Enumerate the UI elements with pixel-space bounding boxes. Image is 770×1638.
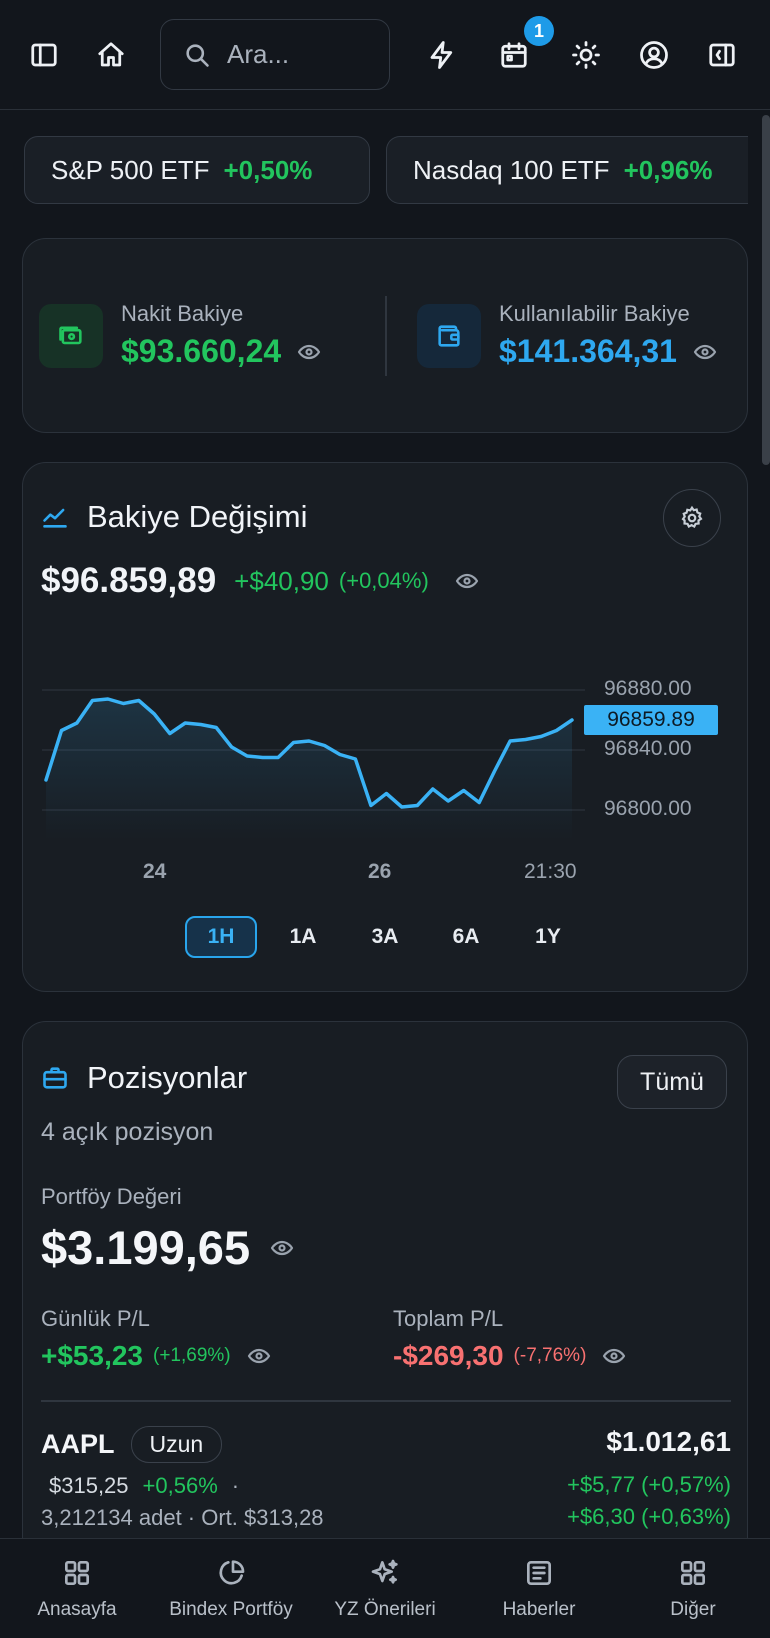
total-pl-value: -$269,30 xyxy=(393,1340,504,1371)
x-tick-label: 26 xyxy=(368,860,392,883)
ticker-name: Nasdaq 100 ETF xyxy=(413,154,610,185)
home-icon[interactable] xyxy=(87,31,135,79)
positions-card: Pozisyonlar Tümü 4 açık pozisyon Portföy… xyxy=(22,1021,748,1581)
position-price: $315,25 xyxy=(49,1473,129,1498)
available-balance-label: Kullanılabilir Bakiye xyxy=(499,301,690,326)
settings-button[interactable] xyxy=(663,489,721,547)
total-pl-label: Toplam P/L xyxy=(393,1306,504,1331)
lightning-icon[interactable] xyxy=(418,31,466,79)
nav-label: YZ Önerileri xyxy=(334,1599,436,1620)
ticker-change: +0,96% xyxy=(623,154,713,185)
sidebar-toggle-icon[interactable] xyxy=(20,31,68,79)
position-separator: · xyxy=(231,1473,240,1498)
newspaper-icon xyxy=(527,1561,551,1585)
eye-icon[interactable] xyxy=(693,340,717,364)
ticker-chip-sp500[interactable]: S&P 500 ETF +0,50% xyxy=(24,136,370,204)
x-tick-label: 24 xyxy=(143,860,167,883)
x-tick-label: 21:30 xyxy=(524,860,577,883)
portfolio-value-label: Portföy Değeri xyxy=(41,1184,182,1209)
eye-icon[interactable] xyxy=(602,1344,626,1368)
ticker-change: +0,50% xyxy=(223,154,313,185)
available-balance-value: $141.364,31 xyxy=(499,333,677,369)
trend-icon xyxy=(43,508,67,528)
eye-icon[interactable] xyxy=(270,1236,294,1260)
cash-balance-value: $93.660,24 xyxy=(121,333,282,369)
current-value-marker: 96859.89 xyxy=(584,705,718,736)
top-bar: 1 xyxy=(0,0,770,110)
nav-label: Anasayfa xyxy=(37,1599,117,1620)
range-button-1a[interactable]: 1A xyxy=(267,916,339,958)
notification-badge: 1 xyxy=(524,16,554,46)
user-icon[interactable] xyxy=(630,31,678,79)
position-quantity: 3,212134 adet · Ort. $313,28 xyxy=(41,1505,324,1530)
positions-count: 4 açık pozisyon xyxy=(41,1118,214,1146)
balance-change-title: Bakiye Değişimi xyxy=(87,499,308,534)
balance-change-percent: (+0,04%) xyxy=(338,568,429,593)
daily-pl-label: Günlük P/L xyxy=(41,1306,150,1331)
wallet-icon xyxy=(417,303,481,368)
nav-item-other[interactable]: Diğer xyxy=(638,1539,748,1638)
divider xyxy=(385,296,387,376)
range-button-1y[interactable]: 1Y xyxy=(512,916,584,958)
portfolio-value: $3.199,65 xyxy=(41,1221,251,1274)
cash-balance: Nakit Bakiye $93.660,24 xyxy=(39,301,321,370)
bottom-navigation: Anasayfa Bindex Portföy YZ Önerileri Hab… xyxy=(0,1538,770,1638)
position-daily-pl: +$5,77 (+0,57%) xyxy=(567,1472,731,1497)
position-row[interactable]: AAPL Uzun $315,25 +0,56% · 3,212134 adet… xyxy=(41,1426,731,1536)
balance-card: Nakit Bakiye $93.660,24 Kullanılabilir B… xyxy=(22,238,748,433)
apps-icon xyxy=(681,1561,705,1585)
y-tick-label: 96840.00 xyxy=(604,737,692,760)
cash-balance-label: Nakit Bakiye xyxy=(121,301,244,326)
sparkles-icon xyxy=(371,1559,398,1584)
pie-chart-icon xyxy=(219,1560,245,1585)
nav-item-ai-suggestions[interactable]: YZ Önerileri xyxy=(320,1539,450,1638)
range-button-3a[interactable]: 3A xyxy=(349,916,421,958)
search-icon xyxy=(186,43,209,67)
available-balance: Kullanılabilir Bakiye $141.364,31 xyxy=(417,301,717,370)
nav-item-bindex-portfolio[interactable]: Bindex Portföy xyxy=(158,1539,304,1638)
eye-icon[interactable] xyxy=(247,1344,271,1368)
view-all-button[interactable]: Tümü xyxy=(617,1055,727,1109)
search-box[interactable] xyxy=(160,19,390,90)
nav-label: Haberler xyxy=(502,1599,576,1620)
nav-item-news[interactable]: Haberler xyxy=(480,1539,598,1638)
positions-title: Pozisyonlar xyxy=(87,1060,248,1095)
divider xyxy=(41,1400,731,1402)
nav-item-home[interactable]: Anasayfa xyxy=(16,1539,138,1638)
panel-collapse-icon[interactable] xyxy=(698,31,746,79)
position-price-change: +0,56% xyxy=(142,1473,218,1498)
range-button-1h[interactable]: 1H xyxy=(185,916,257,958)
daily-pl-percent: (+1,69%) xyxy=(153,1345,231,1366)
position-side-badge: Uzun xyxy=(130,1426,223,1463)
range-button-6a[interactable]: 6A xyxy=(430,916,502,958)
ticker-name: S&P 500 ETF xyxy=(51,154,210,185)
position-total-pl: +$6,30 (+0,63%) xyxy=(567,1504,731,1529)
grid-icon xyxy=(65,1561,89,1585)
cash-icon xyxy=(39,303,103,368)
y-tick-label: 96800.00 xyxy=(604,797,692,820)
daily-pl-value: +$53,23 xyxy=(41,1340,143,1371)
gear-icon xyxy=(681,505,703,529)
scrollbar-thumb[interactable] xyxy=(762,115,770,465)
position-symbol: AAPL xyxy=(41,1429,115,1459)
y-tick-label: 96880.00 xyxy=(604,677,692,700)
eye-icon[interactable] xyxy=(455,569,479,593)
eye-icon[interactable] xyxy=(297,340,321,364)
ticker-chip-nasdaq[interactable]: Nasdaq 100 ETF +0,96% xyxy=(386,136,748,204)
briefcase-icon xyxy=(43,1067,67,1089)
balance-change-value: $96.859,89 xyxy=(41,561,217,600)
nav-label: Diğer xyxy=(670,1599,716,1620)
nav-label: Bindex Portföy xyxy=(169,1599,293,1620)
position-value: $1.012,61 xyxy=(606,1426,731,1457)
search-input[interactable] xyxy=(227,39,377,70)
balance-change-amount: +$40,90 xyxy=(234,565,329,596)
total-pl-percent: (-7,76%) xyxy=(513,1345,587,1366)
sun-icon[interactable] xyxy=(562,31,610,79)
